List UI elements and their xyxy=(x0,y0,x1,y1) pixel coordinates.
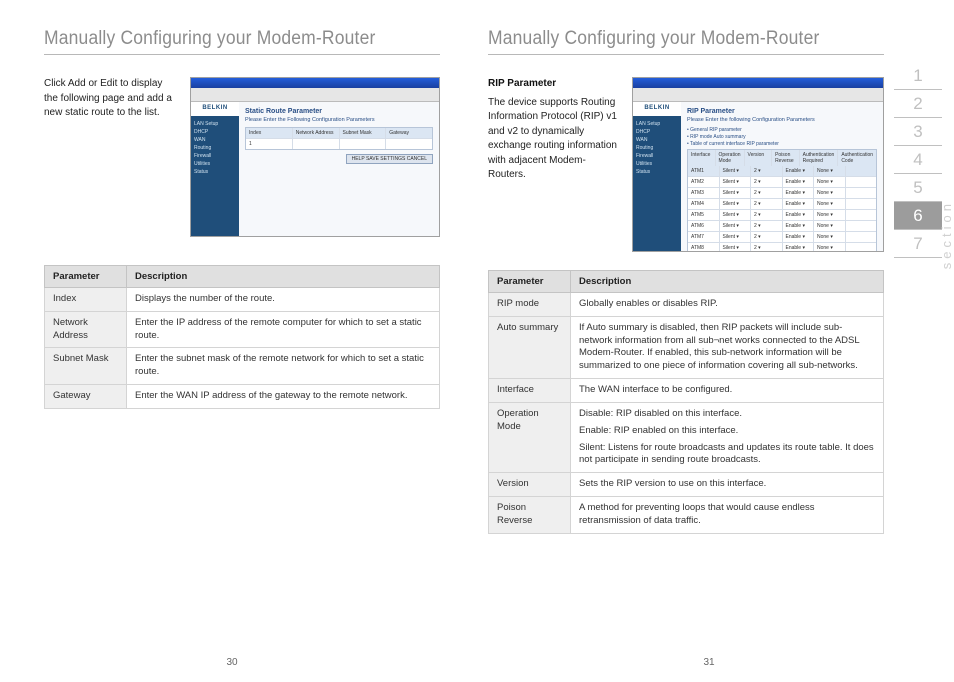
section-tab-7[interactable]: 7 xyxy=(894,230,942,258)
section-tab-4[interactable]: 4 xyxy=(894,146,942,174)
param-name: Gateway xyxy=(45,385,127,409)
screenshot-heading: RIP Parameter xyxy=(687,108,877,115)
screenshot-brand: BELKIN xyxy=(191,102,239,116)
th-parameter: Parameter xyxy=(45,266,127,288)
param-name: Auto summary xyxy=(489,316,571,378)
section-tab-1[interactable]: 1 xyxy=(894,62,942,90)
section-tab-5[interactable]: 5 xyxy=(894,174,942,202)
param-desc: Sets the RIP version to use on this inte… xyxy=(571,473,884,497)
section-label: section xyxy=(939,200,954,269)
param-desc: Displays the number of the route. xyxy=(127,288,440,312)
screenshot-static-route: BELKIN LAN SetupDHCPWANRoutingFirewallUt… xyxy=(190,77,440,237)
param-name: Operation Mode xyxy=(489,402,571,472)
screenshot-heading: Static Route Parameter xyxy=(245,108,433,115)
page-number: 30 xyxy=(226,657,237,668)
title-rule xyxy=(488,54,884,55)
param-desc: Enter the WAN IP address of the gateway … xyxy=(127,385,440,409)
param-name: Network Address xyxy=(45,311,127,348)
intro-text: Click Add or Edit to display the followi… xyxy=(44,77,176,237)
param-name: Subnet Mask xyxy=(45,348,127,385)
param-name: RIP mode xyxy=(489,293,571,317)
param-name: Index xyxy=(45,288,127,312)
param-name: Version xyxy=(489,473,571,497)
page-right: Manually Configuring your Modem-Router R… xyxy=(464,0,954,682)
section-tabs: 1234567 xyxy=(894,62,942,258)
rip-subhead: RIP Parameter xyxy=(488,77,618,92)
param-table-left: Parameter Description IndexDisplays the … xyxy=(44,265,440,409)
screenshot-sub: Please Enter the Following Configuration… xyxy=(245,117,433,123)
param-desc: If Auto summary is disabled, then RIP pa… xyxy=(571,316,884,378)
param-desc: Globally enables or disables RIP. xyxy=(571,293,884,317)
page-title: Manually Configuring your Modem-Router xyxy=(44,28,408,50)
page-left: Manually Configuring your Modem-Router C… xyxy=(0,0,464,682)
page-number: 31 xyxy=(703,657,714,668)
th-description: Description xyxy=(571,271,884,293)
screenshot-rip: BELKIN LAN SetupDHCPWANRoutingFirewallUt… xyxy=(632,77,884,252)
param-name: Interface xyxy=(489,379,571,403)
param-table-right: Parameter Description RIP modeGlobally e… xyxy=(488,270,884,534)
screenshot-sub: Please Enter the following Configuration… xyxy=(687,117,877,123)
screenshot-buttons: HELP SAVE SETTINGS CANCEL xyxy=(346,154,433,164)
intro-block: RIP Parameter The device supports Routin… xyxy=(488,77,618,252)
param-desc: A method for preventing loops that would… xyxy=(571,496,884,533)
param-name: Poison Reverse xyxy=(489,496,571,533)
section-tab-3[interactable]: 3 xyxy=(894,118,942,146)
section-tab-2[interactable]: 2 xyxy=(894,90,942,118)
intro-text: The device supports Routing Information … xyxy=(488,97,617,181)
section-tab-6[interactable]: 6 xyxy=(894,202,942,230)
param-desc: Disable: RIP disabled on this interface.… xyxy=(571,402,884,472)
title-rule xyxy=(44,54,440,55)
page-title: Manually Configuring your Modem-Router xyxy=(488,28,852,50)
th-parameter: Parameter xyxy=(489,271,571,293)
th-description: Description xyxy=(127,266,440,288)
param-desc: Enter the IP address of the remote compu… xyxy=(127,311,440,348)
param-desc: The WAN interface to be configured. xyxy=(571,379,884,403)
param-desc: Enter the subnet mask of the remote netw… xyxy=(127,348,440,385)
screenshot-brand: BELKIN xyxy=(633,102,681,116)
